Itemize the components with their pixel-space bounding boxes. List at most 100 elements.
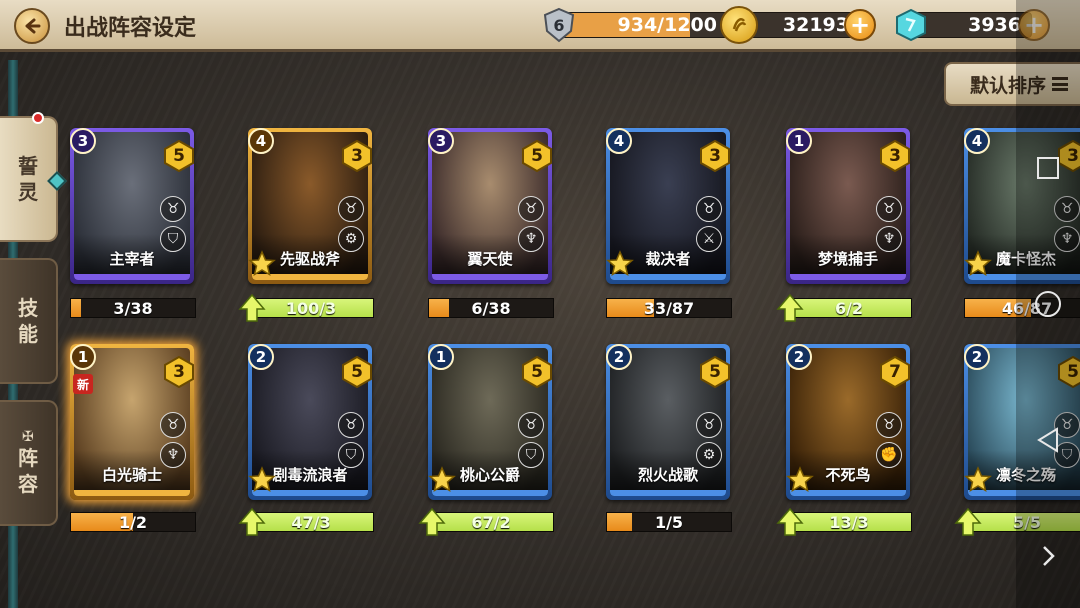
- star-icon: [248, 466, 276, 494]
- card-level-badge: 2: [964, 344, 990, 370]
- side-nav: 誓 灵 技 能 ✠ 阵 容: [0, 60, 67, 608]
- card-rank-value: 5: [351, 362, 363, 382]
- spirit-card[interactable]: 先驱战斧 4 3 ♉ ⚙: [248, 128, 372, 284]
- tab-lineup[interactable]: ✠ 阵 容: [0, 400, 58, 526]
- tab-spirits-label-2: 灵: [18, 180, 38, 204]
- tab-spirits[interactable]: 誓 灵: [0, 112, 67, 242]
- spirit-card[interactable]: 不死鸟 2 7 ♉ ✊: [786, 344, 910, 500]
- top-bar: 出战阵容设定 934/1200 6 32193 + 3936 +: [0, 0, 1080, 52]
- card-rank-badge: 7: [880, 356, 910, 388]
- spirit-card[interactable]: 桃心公爵 1 5 ♉ ⛉: [428, 344, 552, 500]
- card-rank-value: 3: [351, 146, 363, 166]
- beast-icon: ♉: [696, 196, 722, 222]
- card-rank-badge: 3: [164, 356, 194, 388]
- card-level-badge: 3: [70, 128, 96, 154]
- card-rank-badge: 3: [342, 140, 372, 172]
- add-gold-button[interactable]: +: [844, 9, 876, 41]
- card-progress-bar: 3/38: [70, 298, 196, 318]
- tab-skills-label-2: 能: [18, 322, 38, 346]
- card-rank-badge: 5: [342, 356, 372, 388]
- card-rank-badge: 3: [700, 140, 730, 172]
- star-icon: [248, 250, 276, 278]
- star-icon: [786, 466, 814, 494]
- progress-text: 6/38: [471, 298, 511, 318]
- spirit-card[interactable]: 梦境捕手 1 3 ♉ ♆: [786, 128, 910, 284]
- tab-skills-label-1: 技: [18, 296, 38, 320]
- triangle-back-icon[interactable]: [1026, 418, 1070, 462]
- tab-lineup-label-2: 容: [18, 472, 38, 496]
- beast-icon: ♉: [160, 412, 186, 438]
- gear-icon: ⚙: [696, 442, 722, 468]
- card-progress-bar: 67/2: [418, 507, 554, 536]
- card-level-badge: 4: [248, 128, 274, 154]
- arrow-left-icon: [25, 18, 41, 34]
- card-progress-bar: 13/3: [776, 507, 912, 536]
- square-icon[interactable]: [1026, 146, 1070, 190]
- tab-skills[interactable]: 技 能: [0, 258, 58, 384]
- back-button[interactable]: [14, 8, 50, 44]
- circle-icon[interactable]: [1026, 282, 1070, 326]
- spirit-card[interactable]: 剧毒流浪者 2 5 ♉ ⛉: [248, 344, 372, 500]
- card-rank-badge: 5: [522, 140, 552, 172]
- card-rank-value: 3: [889, 146, 901, 166]
- card-rank-value: 5: [531, 146, 543, 166]
- beast-icon: ♉: [518, 412, 544, 438]
- progress-text: 100/3: [285, 298, 337, 318]
- card-rank-value: 5: [173, 146, 185, 166]
- card-progress-bar: 100/3: [238, 293, 374, 322]
- stamina-display: 934/1200 6: [540, 7, 728, 43]
- star-icon: [964, 250, 992, 278]
- shield-icon: ⛉: [160, 226, 186, 252]
- beast-icon: ♉: [338, 412, 364, 438]
- rarity-bar: [790, 274, 906, 280]
- beast-icon: ♉: [876, 412, 902, 438]
- gem-display: 3936: [892, 6, 1032, 44]
- beast-icon: ♉: [696, 412, 722, 438]
- card-level-badge: 4: [606, 128, 632, 154]
- progress-text: 33/87: [643, 298, 695, 318]
- card-level-badge: 4: [964, 128, 990, 154]
- card-rank-badge: 3: [880, 140, 910, 172]
- chevron-right-icon[interactable]: [1026, 534, 1070, 578]
- spirit-card[interactable]: 主宰者 3 5 ♉ ⛉: [70, 128, 194, 284]
- crest-icon: ♆: [876, 226, 902, 252]
- card-progress-bar: 1/2: [70, 512, 196, 532]
- beast-icon: ♉: [518, 196, 544, 222]
- rarity-bar: [74, 490, 190, 496]
- beast-icon: ♉: [876, 196, 902, 222]
- crest-icon: ♆: [160, 442, 186, 468]
- rarity-bar: [74, 274, 190, 280]
- progress-text: 6/2: [834, 298, 864, 318]
- beast-icon: ♉: [160, 196, 186, 222]
- page-title: 出战阵容设定: [64, 16, 197, 41]
- shield-icon: ⛉: [518, 442, 544, 468]
- gauntlet-icon: ✊: [876, 442, 902, 468]
- card-rank-value: 7: [889, 362, 901, 382]
- star-icon: [606, 250, 634, 278]
- spirit-card[interactable]: 裁决者 4 3 ♉ ⚔: [606, 128, 730, 284]
- gold-coin-icon: [720, 6, 758, 44]
- progress-text: 1/5: [654, 512, 684, 532]
- spirit-card[interactable]: 翼天使 3 5 ♉ ♆: [428, 128, 552, 284]
- rarity-bar: [432, 274, 548, 280]
- card-progress-bar: 6/38: [428, 298, 554, 318]
- progress-text: 67/2: [471, 512, 511, 532]
- progress-text: 3/38: [113, 298, 153, 318]
- gold-display: 32193: [720, 6, 860, 44]
- stamina-value: 934/1200: [558, 12, 728, 38]
- beast-icon: ♉: [338, 196, 364, 222]
- star-icon: [428, 466, 456, 494]
- card-rank-value: 3: [709, 146, 721, 166]
- card-progress-bar: 47/3: [238, 507, 374, 536]
- spirit-card[interactable]: 烈火战歌 2 5 ♉ ⚙: [606, 344, 730, 500]
- spirit-card[interactable]: 白光骑士 1 3 ♉ ♆ 新: [70, 344, 194, 500]
- tab-lineup-label-1: 阵: [18, 446, 38, 470]
- card-level-badge: 2: [606, 344, 632, 370]
- card-level-badge: 2: [786, 344, 812, 370]
- gem-icon: [892, 6, 930, 44]
- progress-text: 1/2: [118, 512, 148, 532]
- card-rank-value: 3: [173, 362, 185, 382]
- card-level-badge: 1: [786, 128, 812, 154]
- new-badge: 新: [73, 374, 93, 394]
- card-level-badge: 2: [248, 344, 274, 370]
